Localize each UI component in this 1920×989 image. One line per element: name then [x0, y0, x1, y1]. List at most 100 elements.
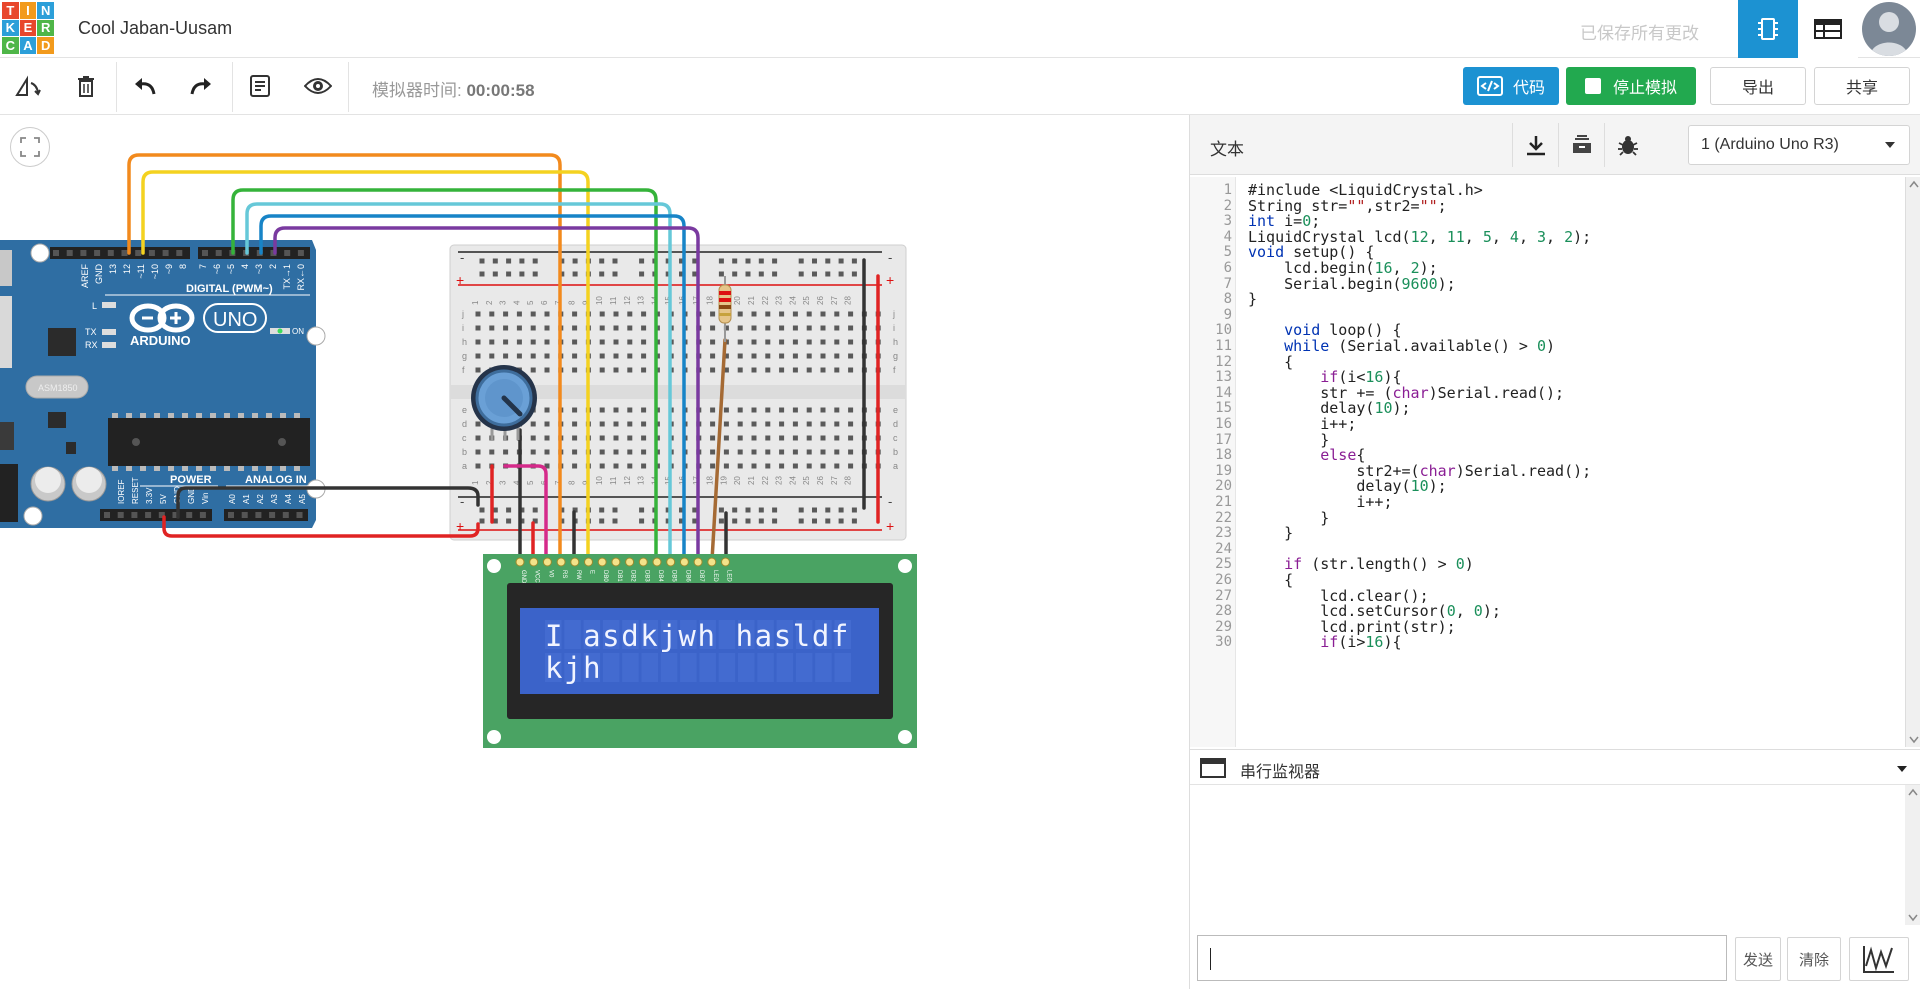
bb-column-label: 21: [747, 296, 756, 305]
bb-hole: [503, 325, 509, 331]
bb-hole: [765, 435, 771, 441]
delete-button[interactable]: [66, 68, 106, 104]
bb-column-label: 19: [719, 476, 728, 485]
rotate-button[interactable]: [8, 68, 48, 104]
arduino-pin-label: A2: [256, 494, 265, 504]
bb-rail-hole: [479, 258, 485, 264]
lcd-pin: [638, 557, 648, 567]
circuit-canvas[interactable]: 1 1 2 2 3 3 4 4 5 5 6 6 7 7 8 8 9 9 10 10 11 11 12 12 13 13 14 14 15…: [0, 115, 1189, 989]
code-editor[interactable]: 1 #include <LiquidCrystal.h> 2 String str="…: [1190, 177, 1920, 747]
bb-rail-hole: [599, 258, 605, 264]
libraries-button[interactable]: [1558, 123, 1604, 167]
arduino-pin-label: A3: [270, 494, 279, 504]
bb-hole: [806, 421, 812, 427]
arduino-uno[interactable]: AREF GND 13 12 ~11 ~10 ~9 8 7 ~6 ~5 4 ~3 2 TX→1 RX←0 IO…: [0, 240, 326, 528]
editor-scrollbar[interactable]: [1905, 177, 1920, 747]
lcd-pin-label: VCC: [534, 570, 540, 583]
header-hole: [121, 250, 128, 256]
clear-button[interactable]: 清除: [1787, 937, 1841, 981]
bb-column-label: 28: [844, 296, 853, 305]
bb-hole: [820, 407, 826, 413]
notes-button[interactable]: [240, 68, 280, 104]
debugger-button[interactable]: [1604, 123, 1650, 167]
bb-column-label: 27: [830, 476, 839, 485]
serial-input[interactable]: [1197, 935, 1727, 981]
bb-hole: [613, 407, 619, 413]
header-hole: [131, 512, 138, 518]
bb-hole: [723, 449, 729, 455]
component-list-button[interactable]: [1798, 0, 1858, 58]
send-button[interactable]: 发送: [1735, 937, 1781, 981]
tinkercad-logo[interactable]: T I N K E R C A D: [2, 2, 54, 54]
logo-letter: D: [37, 37, 54, 54]
bb-column-label: 22: [761, 476, 770, 485]
rail-plus-label: +: [886, 272, 894, 288]
arduino-pin-label: ~10: [150, 264, 160, 279]
header-hole: [117, 512, 124, 518]
header-hole: [228, 512, 234, 518]
bb-hole: [848, 463, 854, 469]
arduino-brand: ARDUINO: [130, 333, 191, 348]
serial-monitor-header[interactable]: 串行监视器: [1190, 749, 1920, 785]
bb-hole: [475, 339, 481, 345]
bb-row-label: h: [893, 337, 898, 347]
bb-hole: [848, 449, 854, 455]
header-hole: [80, 250, 87, 256]
bb-hole: [641, 449, 647, 455]
ic-pin: [252, 413, 258, 418]
bb-hole: [599, 463, 605, 469]
bb-hole: [848, 353, 854, 359]
lcd-pin-label: LED: [712, 570, 718, 582]
bb-hole: [779, 449, 785, 455]
header-hole: [107, 250, 114, 256]
export-button[interactable]: 导出: [1710, 67, 1806, 105]
ic-pin: [280, 466, 286, 471]
bb-rail-hole: [718, 518, 724, 524]
header-hole: [145, 512, 152, 518]
download-button[interactable]: [1512, 123, 1558, 167]
user-avatar[interactable]: [1862, 2, 1916, 56]
chevron-down-icon[interactable]: [1896, 765, 1908, 773]
lcd-pin: [693, 557, 703, 567]
bb-hole: [627, 449, 633, 455]
share-button[interactable]: 共享: [1814, 67, 1910, 105]
bb-hole: [751, 339, 757, 345]
lcd-pin-label: DB3: [643, 570, 649, 582]
rail-minus-label: -: [888, 494, 892, 509]
bb-hole: [599, 449, 605, 455]
serial-scrollbar[interactable]: [1905, 785, 1920, 925]
code-mode-label[interactable]: 文本: [1210, 135, 1244, 160]
ic-pin: [280, 413, 286, 418]
bb-rail-hole: [851, 507, 857, 513]
toolbar-divider: [348, 62, 349, 112]
bb-hole: [806, 449, 812, 455]
stop-simulation-button[interactable]: 停止模拟: [1566, 67, 1696, 105]
redo-button[interactable]: [182, 68, 222, 104]
bb-rail-hole: [732, 518, 738, 524]
undo-button[interactable]: [124, 68, 164, 104]
text-cursor: [1210, 948, 1211, 970]
view-button[interactable]: [298, 68, 338, 104]
bb-rail-hole: [572, 258, 578, 264]
zoom-to-fit-button[interactable]: [10, 127, 50, 167]
bb-rail-hole: [772, 258, 778, 264]
project-title[interactable]: Cool Jaban-Uusam: [78, 18, 232, 39]
lcd-cell: [622, 653, 639, 682]
bb-hole: [834, 449, 840, 455]
bb-hole: [848, 367, 854, 373]
bb-hole: [765, 421, 771, 427]
logo-letter: A: [19, 37, 37, 54]
bb-hole: [737, 407, 743, 413]
lcd-module[interactable]: GND VCC V0 RS RW E DB0 DB1 DB2 DB3 DB4 DB5 DB6 DB7 LED…: [483, 554, 917, 748]
graph-button[interactable]: [1849, 937, 1909, 981]
bb-hole: [641, 421, 647, 427]
bb-hole: [779, 353, 785, 359]
bb-hole: [613, 463, 619, 469]
lcd-pin: [515, 557, 525, 567]
bb-hole: [806, 435, 812, 441]
board-select[interactable]: 1 (Arduino Uno R3): [1688, 125, 1910, 165]
circuit-view-button[interactable]: [1738, 0, 1798, 58]
bb-hole: [613, 353, 619, 359]
ic-pin: [224, 466, 230, 471]
code-button[interactable]: 代码: [1463, 67, 1559, 105]
